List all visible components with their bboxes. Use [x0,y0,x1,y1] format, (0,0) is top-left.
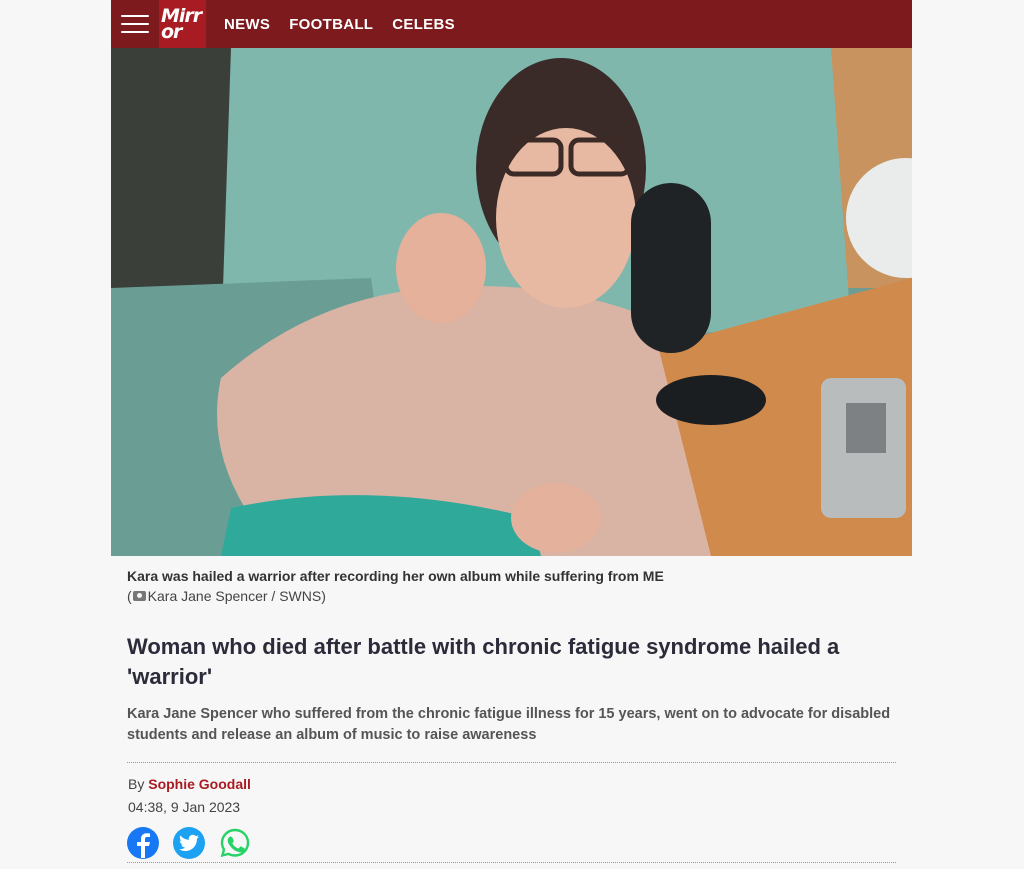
byline: By Sophie Goodall [128,776,895,792]
mirror-logo[interactable]: Mirr or [159,0,206,48]
divider-bottom [127,862,896,863]
publish-date: 04:38, 9 Jan 2023 [128,799,241,815]
article-page: Mirr or NEWS FOOTBALL CELEBS Kara was ha… [111,0,912,863]
whatsapp-icon[interactable] [219,827,251,859]
byline-prefix: By [128,776,145,792]
share-bar [127,827,896,859]
divider [127,762,896,763]
image-credit: ( Kara Jane Spencer / SWNS) [127,588,896,604]
primary-nav: NEWS FOOTBALL CELEBS [224,16,455,33]
credit-text: Kara Jane Spencer / SWNS) [147,588,326,604]
caption-text: Kara was hailed a warrior after recordin… [127,568,664,584]
nav-celebs[interactable]: CELEBS [392,16,455,33]
article-standfirst: Kara Jane Spencer who suffered from the … [127,706,891,743]
image-caption: Kara was hailed a warrior after recordin… [111,556,912,604]
article-headline: Woman who died after battle with chronic… [127,634,840,689]
site-header: Mirr or NEWS FOOTBALL CELEBS [111,0,912,48]
credit-open-paren: ( [127,588,132,604]
hero-image [111,48,912,556]
camera-icon [132,591,146,601]
author-link[interactable]: Sophie Goodall [148,776,251,792]
twitter-icon[interactable] [173,827,205,859]
menu-icon[interactable] [111,0,159,48]
nav-news[interactable]: NEWS [224,16,270,33]
nav-football[interactable]: FOOTBALL [289,16,373,33]
facebook-icon[interactable] [127,827,159,859]
